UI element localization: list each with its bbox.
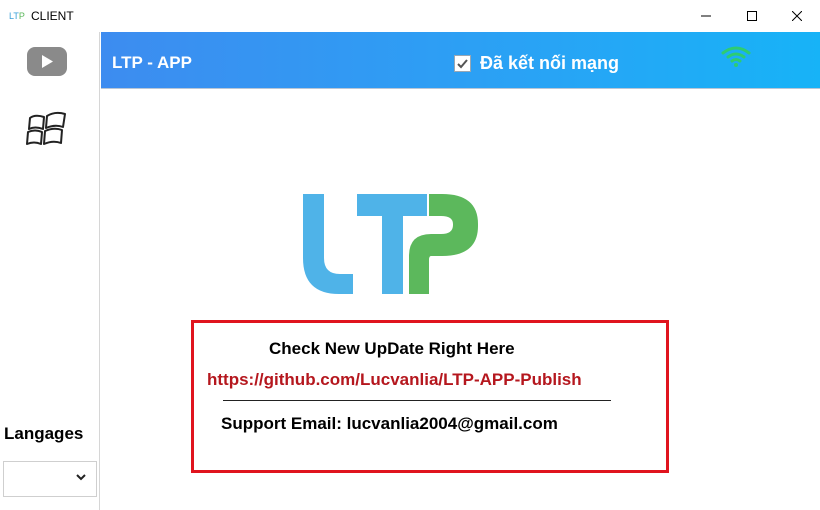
- window-title: CLIENT: [31, 9, 74, 23]
- maximize-icon: [747, 11, 757, 21]
- main-content: Check New UpDate Right Here https://gith…: [101, 90, 820, 510]
- windows-logo-icon: [26, 111, 66, 145]
- windows-button[interactable]: [25, 108, 69, 152]
- update-link[interactable]: https://github.com/Lucvanlia/LTP-APP-Pub…: [207, 370, 582, 390]
- wifi-indicator: [721, 44, 751, 68]
- app-icon-text-p: P: [18, 11, 25, 21]
- sidebar: Langages: [0, 32, 100, 510]
- check-icon: [457, 59, 468, 69]
- minimize-icon: [701, 15, 711, 17]
- language-select[interactable]: [3, 461, 97, 497]
- support-email: Support Email: lucvanlia2004@gmail.com: [221, 414, 558, 433]
- network-status-label: Đã kết nối mạng: [480, 53, 620, 73]
- close-icon: [792, 11, 802, 21]
- app-icon-text-lt: LT: [9, 11, 19, 21]
- update-heading: Check New UpDate Right Here: [269, 339, 515, 358]
- ltp-logo-image: [303, 194, 478, 294]
- ltp-logo: [301, 190, 491, 300]
- chevron-down-icon: [76, 474, 86, 481]
- title-bar: LTP CLIENT: [0, 0, 820, 32]
- network-checkbox[interactable]: [454, 55, 471, 72]
- minimize-button[interactable]: [683, 0, 729, 32]
- wifi-icon: [721, 46, 751, 67]
- languages-label: Langages: [4, 424, 84, 443]
- update-info-box: Check New UpDate Right Here https://gith…: [191, 320, 669, 473]
- app-name: LTP - APP: [112, 53, 192, 72]
- maximize-button[interactable]: [729, 0, 775, 32]
- youtube-button[interactable]: [27, 47, 67, 76]
- youtube-play-icon: [27, 47, 67, 76]
- close-button[interactable]: [774, 0, 820, 32]
- divider: [223, 400, 611, 401]
- header-bar: LTP - APP Đã kết nối mạng: [101, 32, 820, 89]
- app-icon: LTP: [9, 11, 25, 21]
